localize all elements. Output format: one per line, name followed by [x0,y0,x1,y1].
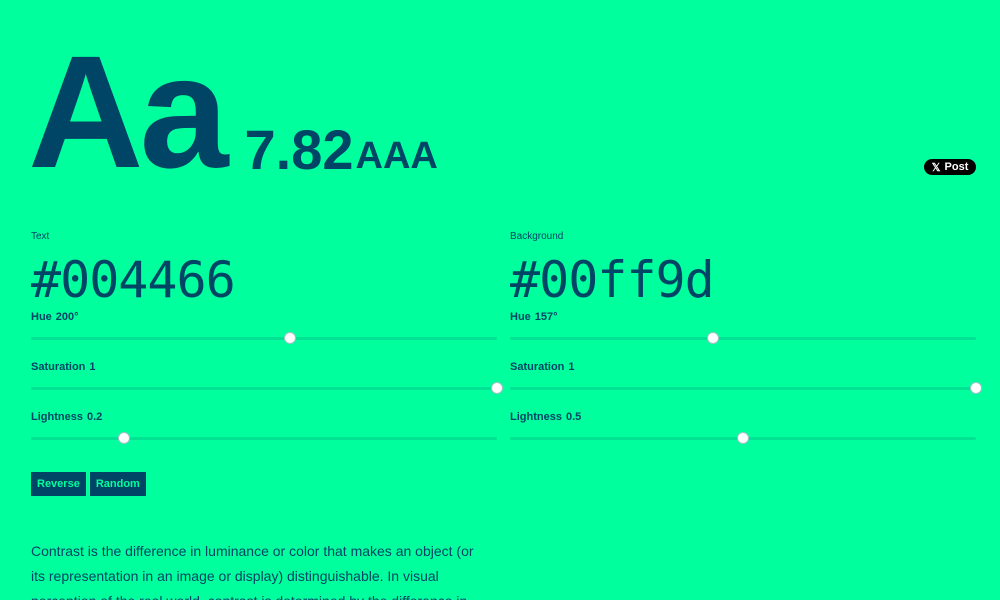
bg-lightness-slider-block: Lightness 0.5 [510,410,976,460]
contrast-preview: Aa 7.82 AAA [28,22,438,201]
text-hue-thumb[interactable] [283,332,296,344]
post-label: Post [944,161,969,173]
x-logo-icon: 𝕏 [931,161,941,174]
contrast-ratio: 7.82 AAA [245,122,438,178]
bg-saturation-slider[interactable] [510,382,982,394]
text-hex-input[interactable] [31,250,497,310]
reverse-button[interactable]: Reverse [31,472,86,496]
bg-saturation-label: Saturation [510,361,565,373]
ratio-value: 7.82 [244,118,354,181]
bg-hue-value: 157° [534,311,558,323]
text-color-panel: Text Hue 200° Saturation 1 Lightness 0 [31,230,503,460]
bg-lightness-label: Lightness [510,411,562,423]
bg-saturation-value: 1 [568,361,575,373]
text-hue-slider-block: Hue 200° [31,310,497,360]
bg-lightness-slider[interactable] [510,432,976,444]
text-lightness-slider-block: Lightness 0.2 [31,410,497,460]
text-lightness-slider[interactable] [31,432,497,444]
bg-hue-thumb[interactable] [707,332,720,344]
text-saturation-slider[interactable] [31,382,503,394]
action-buttons: Reverse Random [31,472,146,496]
random-button[interactable]: Random [89,472,146,496]
text-saturation-value: 1 [89,361,96,373]
sample-text: Aa [28,22,229,201]
text-lightness-value: 0.2 [86,411,103,423]
text-hue-slider[interactable] [31,332,497,344]
bg-hue-slider-block: Hue 157° [510,310,976,360]
text-hue-label: Hue [31,311,52,323]
wcag-level: AAA [355,135,438,177]
bg-saturation-thumb[interactable] [970,382,982,394]
background-color-label: Background [510,231,564,242]
bg-saturation-slider-block: Saturation 1 [510,360,982,410]
text-color-label: Text [31,231,50,242]
text-saturation-label: Saturation [31,361,86,373]
bg-hue-label: Hue [510,311,531,323]
text-saturation-thumb[interactable] [491,382,503,394]
contrast-page: Aa 7.82 AAA 𝕏 Post Text Hue 200° Saturat… [0,0,1000,600]
text-hue-value: 200° [55,311,79,323]
contrast-description: Contrast is the difference in luminance … [31,543,474,600]
background-color-panel: Background Hue 157° Saturation 1 Lightne… [510,230,982,460]
text-saturation-slider-block: Saturation 1 [31,360,503,410]
bg-hue-slider[interactable] [510,332,976,344]
text-lightness-thumb[interactable] [118,432,131,444]
bg-lightness-thumb[interactable] [737,432,749,444]
bg-lightness-value: 0.5 [565,411,582,423]
text-lightness-label: Lightness [31,411,83,423]
background-hex-input[interactable] [510,250,976,310]
post-button[interactable]: 𝕏 Post [924,159,976,175]
